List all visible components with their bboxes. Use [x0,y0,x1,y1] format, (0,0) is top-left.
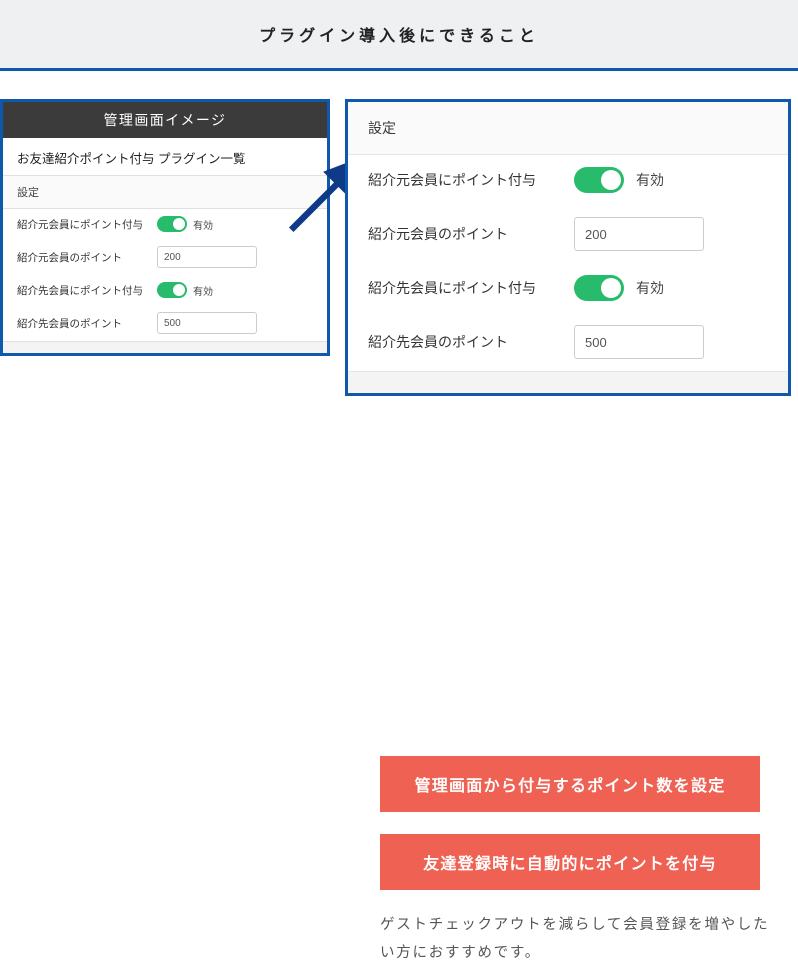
thumbnail-section-head: 設定 [3,175,327,209]
input-referee-points[interactable]: 500 [574,325,704,359]
toggle-knob-icon [173,218,185,230]
toggle-knob-icon [601,278,621,298]
breadcrumb: お友達紹介ポイント付与 プラグイン一覧 [3,138,327,175]
callout-points-setting: 管理画面から付与するポイント数を設定 [380,756,760,812]
label-referrer-points: 紹介元会員のポイント [368,224,558,244]
label-referee-grant-sm: 紹介先会員にポイント付与 [17,283,147,298]
row-referrer-grant-sm: 紹介元会員にポイント付与 有効 [3,209,327,239]
row-referee-grant-sm: 紹介先会員にポイント付与 有効 [3,275,327,305]
page-title: プラグイン導入後にできること [259,28,539,45]
toggle-status-referrer: 有効 [636,170,664,190]
callouts-group: 管理画面から付与するポイント数を設定 友達登録時に自動的にポイントを付与 [380,756,798,890]
description-text: ゲストチェックアウトを減らして会員登録を増やしたい方におすすめです。 [380,912,780,967]
enlarged-section-head: 設定 [348,102,788,155]
spacer [0,356,798,726]
input-referrer-points-sm[interactable]: 200 [157,246,257,268]
label-referee-points: 紹介先会員のポイント [368,332,558,352]
label-referrer-grant-sm: 紹介元会員にポイント付与 [17,217,147,232]
row-referrer-points: 紹介元会員のポイント 200 [348,205,788,263]
input-referee-points-sm[interactable]: 500 [157,312,257,334]
toggle-status-referrer-sm: 有効 [193,217,213,232]
admin-thumbnail-panel: 管理画面イメージ お友達紹介ポイント付与 プラグイン一覧 設定 紹介元会員にポイ… [0,99,330,356]
toggle-referrer-grant[interactable] [574,167,624,193]
toggle-referrer-grant-sm[interactable] [157,216,187,232]
row-referee-points: 紹介先会員のポイント 500 [348,313,788,371]
toggle-referee-grant[interactable] [574,275,624,301]
row-referee-grant: 紹介先会員にポイント付与 有効 [348,263,788,313]
label-referrer-grant: 紹介元会員にポイント付与 [368,170,558,190]
row-referrer-points-sm: 紹介元会員のポイント 200 [3,239,327,275]
toggle-status-referee-sm: 有効 [193,283,213,298]
toggle-knob-icon [601,170,621,190]
label-referrer-points-sm: 紹介元会員のポイント [17,250,147,265]
input-referrer-points[interactable]: 200 [574,217,704,251]
callout-auto-grant: 友達登録時に自動的にポイントを付与 [380,834,760,890]
row-referrer-grant: 紹介元会員にポイント付与 有効 [348,155,788,205]
content-row: 管理画面イメージ お友達紹介ポイント付与 プラグイン一覧 設定 紹介元会員にポイ… [0,99,798,356]
row-referee-points-sm: 紹介先会員のポイント 500 [3,305,327,341]
thumbnail-title: 管理画面イメージ [104,112,227,128]
thumbnail-titlebar: 管理画面イメージ [3,102,327,138]
toggle-status-referee: 有効 [636,278,664,298]
admin-enlarged-panel: 設定 紹介元会員にポイント付与 有効 紹介元会員のポイント 200 紹介先会員に… [345,99,791,396]
page-header: プラグイン導入後にできること [0,0,798,68]
label-referee-points-sm: 紹介先会員のポイント [17,316,147,331]
toggle-referee-grant-sm[interactable] [157,282,187,298]
header-divider [0,68,798,71]
label-referee-grant: 紹介先会員にポイント付与 [368,278,558,298]
enlarged-footer [348,371,788,393]
thumbnail-footer [3,341,327,353]
toggle-knob-icon [173,284,185,296]
